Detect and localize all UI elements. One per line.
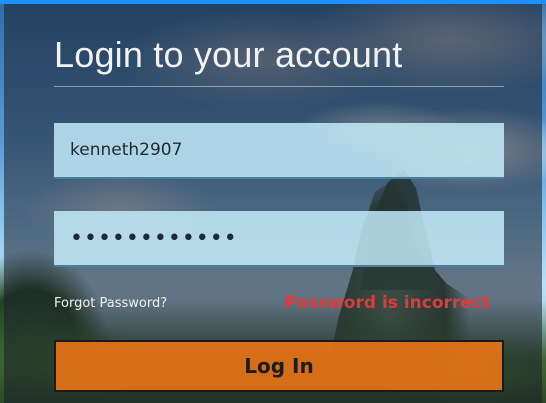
forgot-password-link[interactable]: Forgot Password? bbox=[54, 296, 167, 311]
password-field[interactable] bbox=[54, 211, 504, 267]
title-divider bbox=[54, 86, 504, 87]
username-field[interactable] bbox=[54, 123, 504, 179]
login-title: Login to your account bbox=[54, 34, 403, 75]
login-page: Login to your account Forgot Password? P… bbox=[0, 0, 546, 403]
password-error-message: Password is incorrect bbox=[284, 293, 490, 313]
login-panel: Login to your account Forgot Password? P… bbox=[4, 4, 542, 403]
login-button[interactable]: Log In bbox=[54, 340, 504, 392]
